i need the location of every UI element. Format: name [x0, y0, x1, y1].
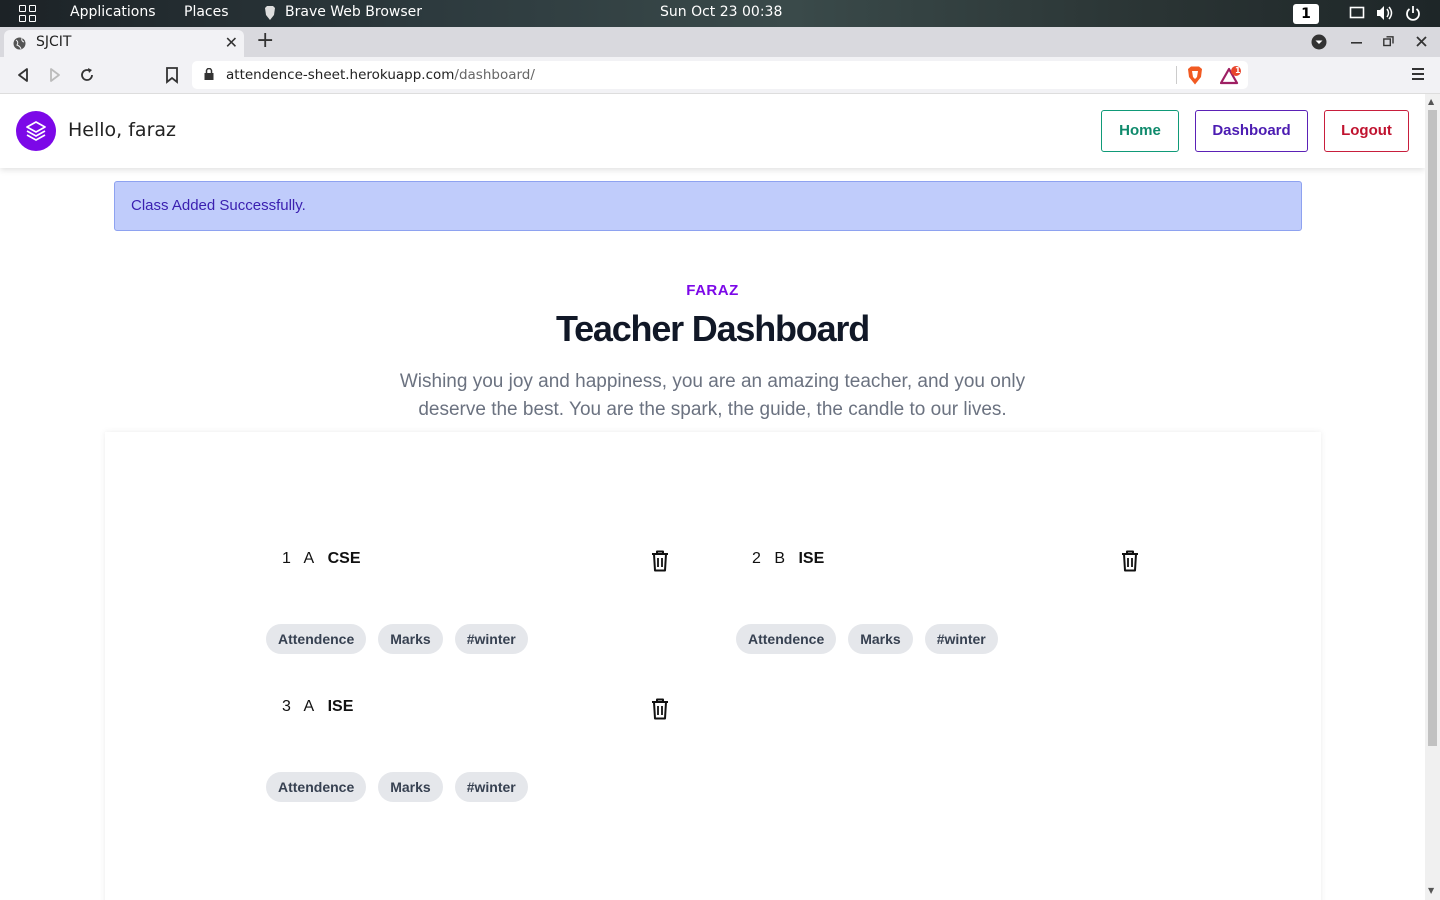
scroll-down-arrow-icon[interactable]: ▼ — [1428, 886, 1434, 895]
tag-attendence[interactable]: Attendence — [736, 624, 837, 654]
tab-sjcit[interactable]: SJCIT ✕ — [4, 30, 244, 57]
bookmark-icon[interactable] — [162, 65, 182, 85]
class-heading[interactable]: 3 A ISE — [282, 698, 362, 724]
class-tags: Attendence Marks #winter — [266, 772, 540, 802]
active-app-menu[interactable]: Brave Web Browser — [285, 4, 422, 20]
restore-icon[interactable] — [1383, 36, 1394, 47]
class-card: 3 A ISE Attendence Marks #winter — [266, 698, 686, 808]
tab-title: SJCIT — [36, 34, 72, 50]
tag-winter[interactable]: #winter — [454, 624, 528, 654]
teacher-name-eyebrow: FARAZ — [686, 282, 739, 299]
class-card: 2 B ISE Attendence Marks #winter — [736, 550, 1156, 660]
reload-icon[interactable] — [77, 65, 97, 85]
address-bar[interactable]: attendence-sheet.herokuapp.com/dashboard… — [192, 61, 1248, 89]
clock[interactable]: Sun Oct 23 00:38 — [660, 4, 782, 20]
class-tags: Attendence Marks #winter — [736, 624, 1010, 654]
brave-shields-icon[interactable] — [1186, 66, 1204, 85]
delete-class-trash-icon[interactable] — [650, 550, 670, 572]
volume-icon[interactable] — [1376, 5, 1394, 21]
forward-icon[interactable] — [45, 65, 65, 85]
class-heading[interactable]: 1 A CSE — [282, 550, 370, 576]
url-path: /dashboard/ — [454, 67, 535, 83]
delete-class-trash-icon[interactable] — [650, 698, 670, 720]
class-heading[interactable]: 2 B ISE — [752, 550, 833, 576]
page-subtitle: Wishing you joy and happiness, you are a… — [399, 371, 1026, 420]
tab-search-icon[interactable] — [1311, 34, 1327, 50]
delete-class-trash-icon[interactable] — [1120, 550, 1140, 572]
browser-toolbar: attendence-sheet.herokuapp.com/dashboard… — [0, 57, 1440, 94]
power-icon[interactable] — [1405, 5, 1421, 21]
logout-button[interactable]: Logout — [1324, 110, 1409, 152]
alert-message: Class Added Successfully. — [131, 197, 306, 214]
browser-menu-icon[interactable] — [1412, 68, 1424, 83]
class-number: 1 — [282, 550, 291, 567]
tag-attendence[interactable]: Attendence — [266, 624, 367, 654]
url-text[interactable]: attendence-sheet.herokuapp.com/dashboard… — [226, 67, 535, 83]
tab-close-icon[interactable]: ✕ — [225, 33, 238, 52]
class-number: 3 — [282, 698, 291, 715]
tag-winter[interactable]: #winter — [454, 772, 528, 802]
globe-icon — [13, 37, 26, 50]
class-number: 2 — [752, 550, 761, 567]
places-menu[interactable]: Places — [184, 4, 229, 20]
back-icon[interactable] — [13, 65, 33, 85]
scrollbar-thumb[interactable] — [1428, 110, 1437, 746]
class-department: ISE — [798, 550, 825, 567]
activities-grid-icon[interactable] — [19, 5, 37, 23]
url-divider — [1176, 66, 1177, 84]
tag-marks[interactable]: Marks — [848, 624, 913, 654]
success-alert: Class Added Successfully. — [114, 181, 1302, 231]
system-top-bar: Applications Places Brave Web Browser Su… — [0, 0, 1440, 27]
page-scrollbar[interactable]: ▲ ▼ — [1425, 94, 1440, 900]
class-tags: Attendence Marks #winter — [266, 624, 540, 654]
site-header: Hello, faraz Home Dashboard Logout — [0, 94, 1425, 168]
lock-icon[interactable] — [204, 68, 214, 80]
applications-menu[interactable]: Applications — [70, 4, 156, 20]
dashboard-button[interactable]: Dashboard — [1195, 110, 1308, 152]
rewards-badge: 1 — [1235, 66, 1241, 75]
class-department: CSE — [327, 550, 361, 567]
scroll-up-arrow-icon[interactable]: ▲ — [1428, 97, 1434, 106]
workspace-indicator[interactable]: 1 — [1293, 4, 1319, 24]
window-close-icon[interactable] — [1416, 36, 1427, 47]
tag-attendence[interactable]: Attendence — [266, 772, 367, 802]
class-section: B — [774, 550, 786, 567]
class-section: A — [303, 698, 315, 715]
tag-marks[interactable]: Marks — [378, 772, 443, 802]
screen-icon[interactable] — [1349, 5, 1365, 21]
class-department: ISE — [327, 698, 354, 715]
web-page: Hello, faraz Home Dashboard Logout Class… — [0, 94, 1425, 900]
browser-tab-strip: SJCIT ✕ + — [0, 27, 1440, 57]
home-button[interactable]: Home — [1101, 110, 1179, 152]
tag-winter[interactable]: #winter — [924, 624, 998, 654]
layers-logo-icon[interactable] — [16, 111, 56, 151]
user-greeting: Hello, faraz — [68, 119, 176, 141]
minimize-icon[interactable] — [1351, 40, 1362, 44]
tag-marks[interactable]: Marks — [378, 624, 443, 654]
page-title: Teacher Dashboard — [555, 308, 870, 349]
url-host: attendence-sheet.herokuapp.com — [226, 67, 455, 83]
class-card: 1 A CSE Attendence Marks #winter — [266, 550, 686, 660]
class-section: A — [303, 550, 315, 567]
new-tab-button[interactable]: + — [256, 28, 274, 53]
classes-panel: 1 A CSE Attendence Marks #winter 2 B ISE — [105, 432, 1321, 900]
brave-lion-icon — [265, 6, 275, 20]
